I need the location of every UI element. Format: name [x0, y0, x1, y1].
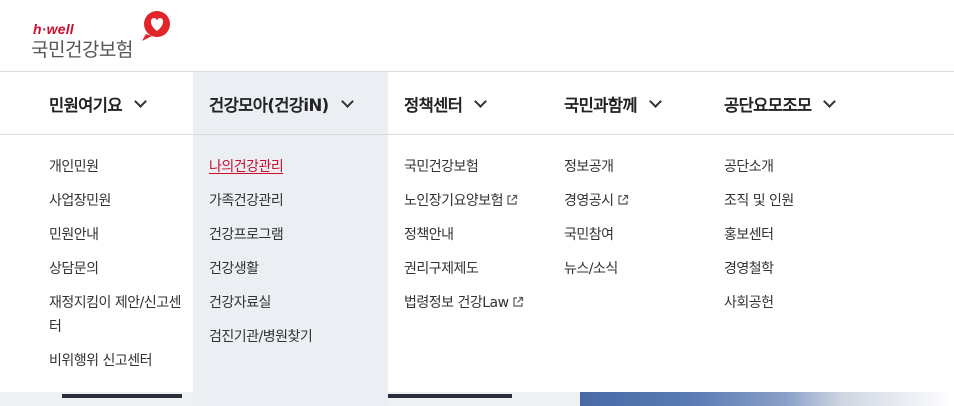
gnb-item-label: 건강모아(건강iN) — [209, 95, 329, 115]
submenu-link[interactable]: 가족건강관리 — [209, 189, 284, 213]
submenu-link[interactable]: 건강자료실 — [209, 291, 271, 315]
background-banner-image — [580, 392, 954, 406]
submenu-link[interactable]: 재정지킴이 제안/신고센터 — [49, 291, 184, 339]
active-menu-column-bg — [193, 392, 388, 406]
submenu-link[interactable]: 조직 및 인원 — [724, 189, 794, 213]
submenu-link[interactable]: 공단소개 — [724, 155, 774, 179]
submenu-link[interactable]: 사회공헌 — [724, 291, 774, 315]
background-banner-text — [372, 394, 512, 398]
submenu-link[interactable]: 건강프로그램 — [209, 223, 284, 247]
submenu-link[interactable]: 정책안내 — [404, 223, 454, 247]
submenu-link[interactable]: 사업장민원 — [49, 189, 111, 213]
global-nav: 민원여기요 건강모아(건강iN) 정책센터 국민과함께 공단요모조모 — [0, 72, 954, 135]
submenu-link[interactable]: 비위행위 신고센터 — [49, 349, 153, 373]
gnb-item-label: 민원여기요 — [49, 95, 123, 115]
header: h·well 국민건강보험 — [0, 0, 954, 72]
logo-title: 국민건강보험 — [31, 39, 133, 61]
gnb-item-civil[interactable]: 민원여기요 — [49, 72, 147, 135]
submenu-link[interactable]: 뉴스/소식 — [564, 257, 618, 281]
submenu-link[interactable]: 권리구제제도 — [404, 257, 479, 281]
gnb-item-label: 공단요모조모 — [724, 95, 812, 115]
submenu-link[interactable]: 개인민원 — [49, 155, 99, 179]
submenu-link[interactable]: 건강생활 — [209, 257, 259, 281]
submenu-link-label: 법령정보 건강Law — [404, 295, 509, 311]
submenu-link-external[interactable]: 노인장기요양보험 — [404, 189, 518, 213]
submenu-link[interactable]: 정보공개 — [564, 155, 614, 179]
submenu-link[interactable]: 민원안내 — [49, 223, 99, 247]
chevron-down-icon — [134, 94, 147, 108]
submenu-link[interactable]: 검진기관/병원찾기 — [209, 325, 313, 349]
external-link-icon — [617, 194, 628, 205]
chevron-down-icon — [474, 94, 488, 108]
submenu-link-label: 경영공시 — [564, 193, 614, 209]
gnb-item-health[interactable]: 건강모아(건강iN) — [209, 72, 354, 135]
external-link-icon — [512, 296, 523, 307]
background-banner-text — [62, 394, 182, 398]
heart-logo-icon — [142, 11, 170, 41]
chevron-down-icon — [340, 94, 354, 108]
gnb-item-together[interactable]: 국민과함께 — [564, 72, 662, 135]
submenu-link-external[interactable]: 경영공시 — [564, 189, 629, 213]
site-logo[interactable]: h·well 국민건강보험 — [31, 10, 181, 62]
chevron-down-icon — [649, 94, 662, 108]
external-link-icon — [507, 194, 518, 205]
gnb-item-label: 국민과함께 — [564, 95, 638, 115]
submenu-link[interactable]: 국민건강보험 — [404, 155, 479, 179]
submenu-link-label: 노인장기요양보험 — [404, 193, 504, 209]
gnb-item-label: 정책센터 — [404, 95, 463, 115]
gnb-item-about[interactable]: 공단요모조모 — [724, 72, 837, 135]
submenu-link[interactable]: 경영철학 — [724, 257, 774, 281]
submenu-link[interactable]: 홍보센터 — [724, 223, 774, 247]
submenu-link[interactable]: 국민참여 — [564, 223, 614, 247]
submenu-link-external[interactable]: 법령정보 건강Law — [404, 291, 524, 315]
gnb-item-policy[interactable]: 정책센터 — [404, 72, 488, 135]
chevron-down-icon — [823, 94, 837, 108]
submenu-link-active[interactable]: 나의건강관리 — [209, 155, 284, 179]
submenu-link[interactable]: 상담문의 — [49, 257, 99, 281]
